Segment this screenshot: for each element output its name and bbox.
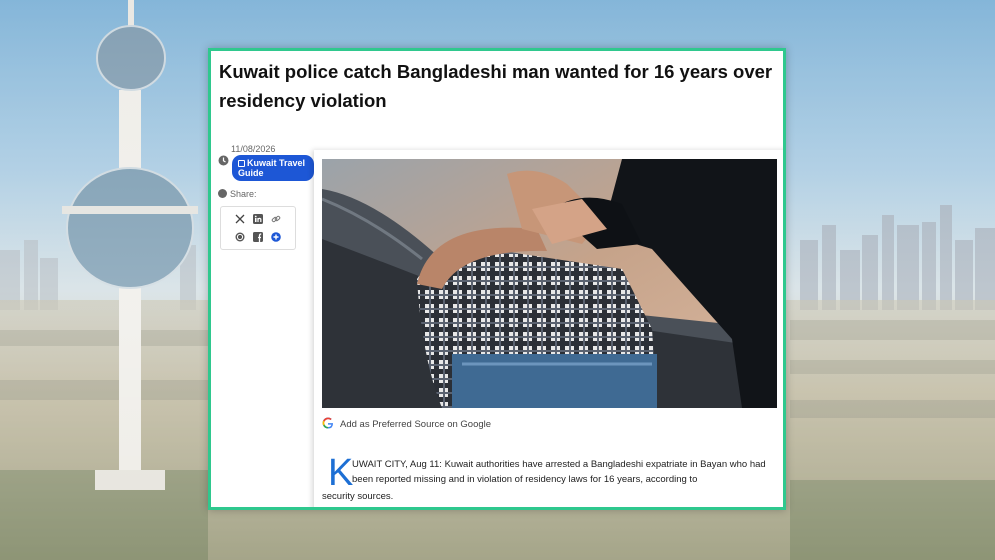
- x-icon[interactable]: [235, 214, 245, 224]
- article-card: Kuwait police catch Bangladeshi man want…: [208, 48, 786, 510]
- article-lead-continuation: security sources.: [322, 491, 394, 502]
- linkedin-icon[interactable]: [253, 214, 263, 224]
- more-icon[interactable]: [271, 232, 281, 242]
- article-photo: [322, 159, 777, 408]
- whatsapp-icon[interactable]: [235, 232, 245, 242]
- category-badge[interactable]: Kuwait Travel Guide: [232, 155, 314, 181]
- drop-cap: K: [328, 452, 354, 494]
- category-icon: [238, 160, 245, 167]
- share-buttons: [220, 206, 296, 250]
- share-heading: Share:: [218, 189, 257, 199]
- arrest-scene-illustration: [322, 159, 777, 408]
- share-label: Share:: [230, 189, 257, 199]
- google-icon: [322, 417, 334, 429]
- google-source-label: Add as Preferred Source on Google: [340, 419, 492, 430]
- google-preferred-source-link[interactable]: Add as Preferred Source on Google: [322, 417, 491, 431]
- share-icon: [218, 189, 227, 198]
- clock-icon: [218, 155, 229, 166]
- category-label: Kuwait Travel Guide: [238, 158, 306, 178]
- article-headline: Kuwait police catch Bangladeshi man want…: [219, 61, 773, 111]
- publish-date: 11/08/2026: [231, 144, 276, 154]
- link-icon[interactable]: [271, 214, 281, 224]
- article-lead-paragraph: UWAIT CITY, Aug 11: Kuwait authorities h…: [352, 459, 766, 485]
- facebook-icon[interactable]: [253, 232, 263, 242]
